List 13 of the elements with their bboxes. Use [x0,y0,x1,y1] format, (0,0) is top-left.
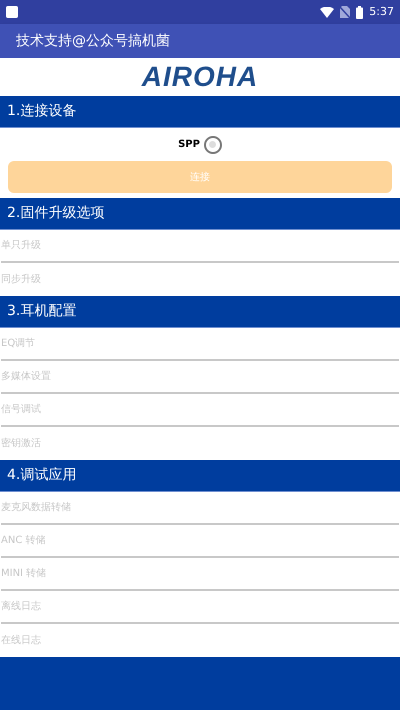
battery-icon [356,6,364,18]
section-header: 1.连接设备 [0,96,400,128]
app-bar: 技术支持@公众号搞机菌 [0,24,400,58]
wifi-icon [320,6,334,18]
radio-button[interactable] [204,136,222,154]
section-header: 2.固件升级选项 [0,198,400,230]
notification-icon [6,6,18,18]
section-header: 4.调试应用 [0,460,400,492]
clock: 5:37 [369,4,394,20]
radio-label: SPP [178,138,200,152]
brand-logo: AIROHA [142,63,258,91]
no-sim-icon [340,6,350,18]
section-header: 3.耳机配置 [0,296,400,328]
